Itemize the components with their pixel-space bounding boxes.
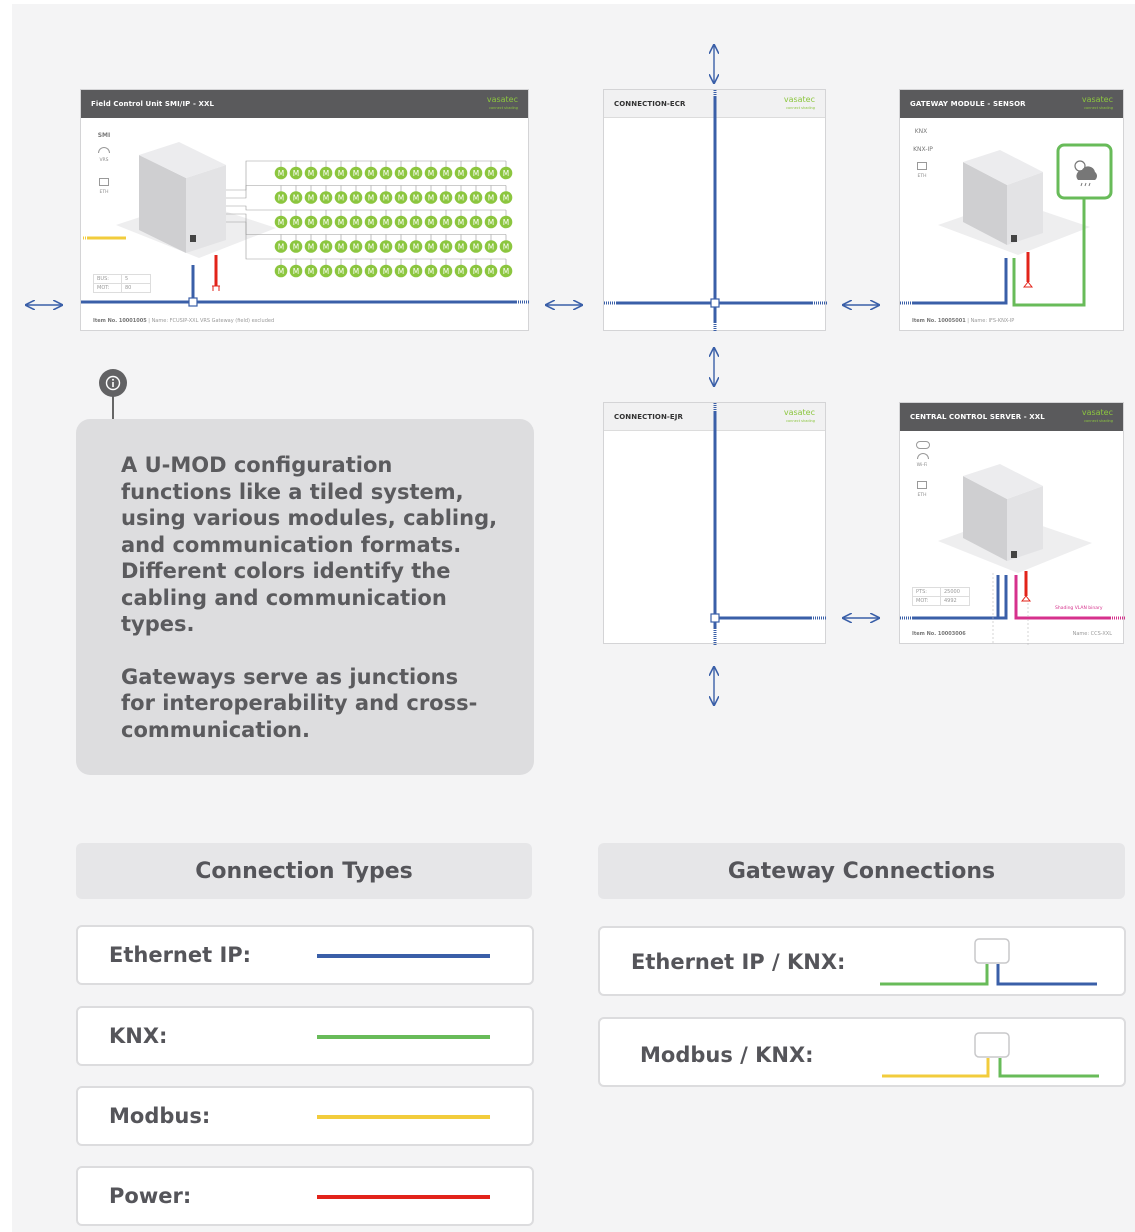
callout-paragraph-2: Gateways serve as junctions for interope… [121,664,478,742]
callout-paragraph-1: A U-MOD configuration functions like a t… [121,453,498,636]
legend-label: Ethernet IP / KNX: [631,950,846,974]
legend-item-power: Power: [76,1166,534,1226]
ethernet-knx-gateway-glyph [880,938,1097,986]
legend-label: Power: [109,1184,192,1208]
legend-label: Modbus: [109,1104,211,1128]
info-callout: A U-MOD configuration functions like a t… [76,419,534,775]
legend-item-modbus: Modbus: [76,1086,534,1146]
legend-item-ethernet: Ethernet IP: [76,925,534,985]
connection-types-header: Connection Types [76,843,532,899]
ethernet-line [317,954,490,958]
modbus-knx-gateway-glyph [882,1032,1099,1078]
gateway-connections-header: Gateway Connections [598,843,1125,899]
legend-item-modbus-knx: Modbus / KNX: [598,1017,1126,1087]
knx-line [317,1035,490,1039]
legend-label: Modbus / KNX: [640,1043,814,1067]
legend-label: Ethernet IP: [109,943,252,967]
info-icon[interactable] [99,369,127,397]
power-line [317,1195,490,1199]
legend-label: KNX: [109,1024,168,1048]
legend-item-knx: KNX: [76,1006,534,1066]
diagram-canvas: Field Control Unit SMI/IP - XXL vasatec c… [0,0,1135,1232]
modbus-line [317,1115,490,1119]
legend-item-ethernet-knx: Ethernet IP / KNX: [598,926,1126,996]
